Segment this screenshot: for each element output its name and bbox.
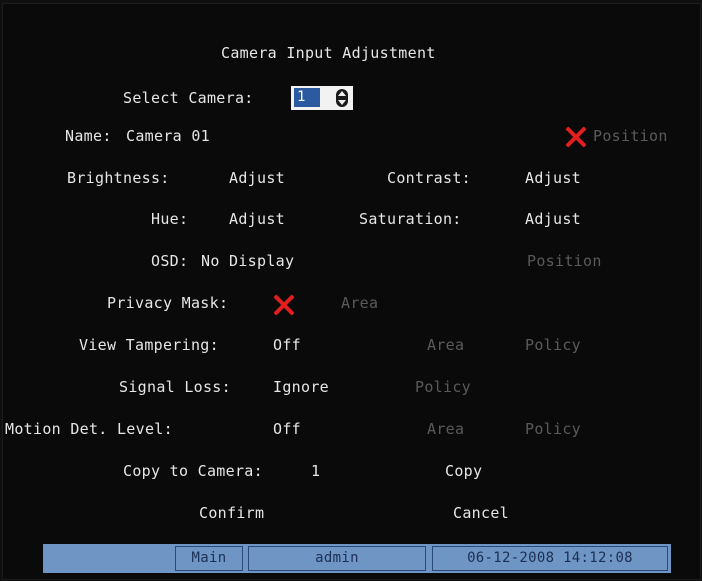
hue-label: Hue: xyxy=(151,210,189,228)
osd-dropdown[interactable]: No Display xyxy=(201,252,294,270)
view-tampering-area-button: Area xyxy=(427,336,465,354)
status-user-name: admin xyxy=(248,546,426,571)
camera-select-spinner[interactable]: 1 xyxy=(291,86,353,110)
status-menu-name: Main xyxy=(175,546,243,571)
select-camera-label: Select Camera: xyxy=(123,89,254,107)
up-down-arrow-icon[interactable] xyxy=(336,89,348,107)
name-label: Name: xyxy=(65,127,112,145)
brightness-label: Brightness: xyxy=(67,169,170,187)
motion-level-dropdown[interactable]: Off xyxy=(273,420,301,438)
privacy-mask-area-button: Area xyxy=(341,294,379,312)
view-tampering-label: View Tampering: xyxy=(79,336,219,354)
signal-loss-policy-button: Policy xyxy=(415,378,471,396)
saturation-label: Saturation: xyxy=(359,210,462,228)
view-tampering-dropdown[interactable]: Off xyxy=(273,336,301,354)
hue-adjust-button[interactable]: Adjust xyxy=(229,210,285,228)
signal-loss-label: Signal Loss: xyxy=(119,378,231,396)
page-title: Camera Input Adjustment xyxy=(221,44,436,62)
motion-area-button: Area xyxy=(427,420,465,438)
red-x-icon[interactable] xyxy=(565,126,587,148)
copy-to-camera-label: Copy to Camera: xyxy=(123,462,263,480)
camera-name-field[interactable]: Camera 01 xyxy=(126,127,210,145)
copy-button[interactable]: Copy xyxy=(445,462,482,480)
cancel-button[interactable]: Cancel xyxy=(453,504,509,522)
copy-to-camera-dropdown[interactable]: 1 xyxy=(311,462,320,480)
motion-detection-label: Motion Det. Level: xyxy=(5,420,173,438)
red-x-icon[interactable] xyxy=(273,294,295,316)
view-tampering-policy-button: Policy xyxy=(525,336,581,354)
saturation-adjust-button[interactable]: Adjust xyxy=(525,210,581,228)
osd-position-button: Position xyxy=(527,252,602,270)
status-bar: Main admin 06-12-2008 14:12:08 xyxy=(43,544,671,573)
name-position-button: Position xyxy=(593,127,668,145)
privacy-mask-label: Privacy Mask: xyxy=(107,294,229,312)
contrast-adjust-button[interactable]: Adjust xyxy=(525,169,581,187)
contrast-label: Contrast: xyxy=(387,169,471,187)
confirm-button[interactable]: Confirm xyxy=(199,504,264,522)
osd-label: OSD: xyxy=(151,252,189,270)
signal-loss-dropdown[interactable]: Ignore xyxy=(273,378,329,396)
camera-select-value: 1 xyxy=(294,88,320,107)
camera-input-adjustment-screen: Camera Input Adjustment Select Camera: 1… xyxy=(2,3,701,580)
motion-policy-button: Policy xyxy=(525,420,581,438)
brightness-adjust-button[interactable]: Adjust xyxy=(229,169,285,187)
status-datetime: 06-12-2008 14:12:08 xyxy=(432,546,668,571)
